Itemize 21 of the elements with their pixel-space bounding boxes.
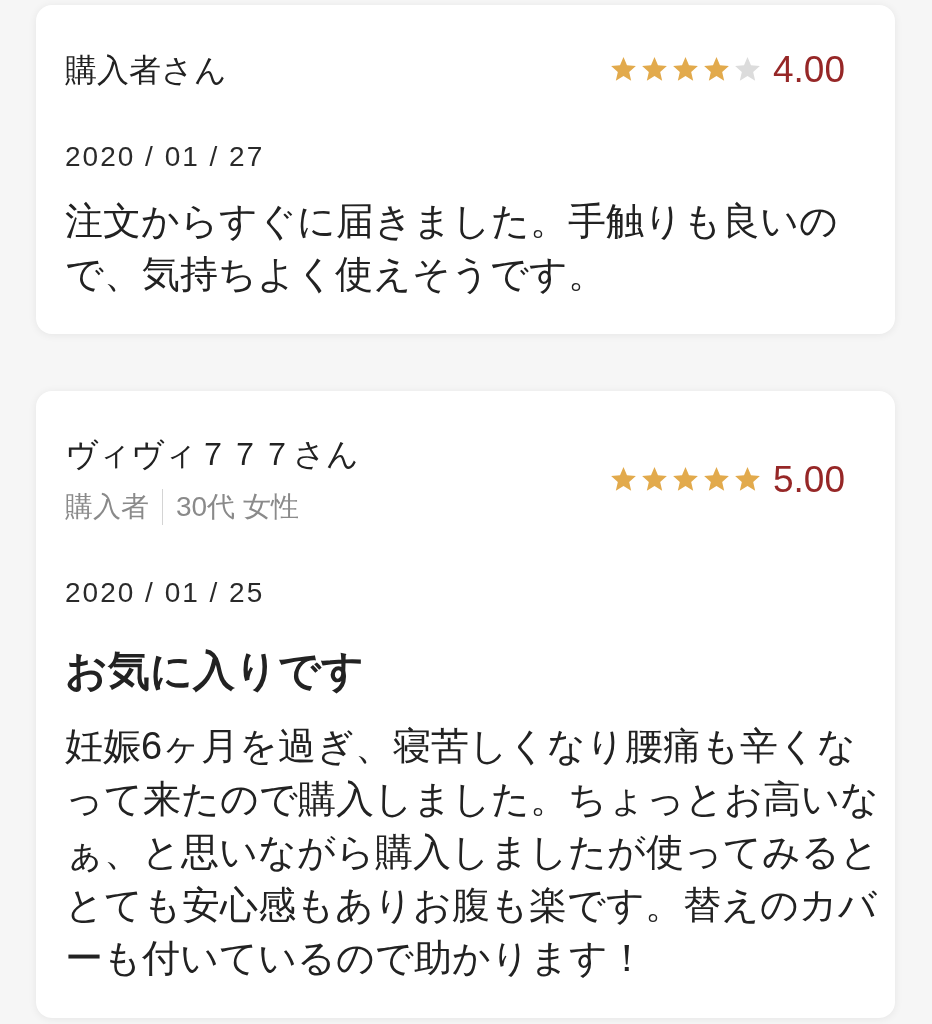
star-icon <box>610 466 637 493</box>
star-icon <box>641 57 668 83</box>
star-icon <box>672 466 699 493</box>
review-text: 妊娠6ヶ月を過ぎ、寝苦しくなり腰痛も辛くなって来たので購入しました。ちょっとお高いなぁ、と思いながら購入しましたが使ってみるととても安心感もありお腹も楽です。替えのカバーも付いているので助かります！ <box>65 724 880 981</box>
star-icon <box>703 57 730 83</box>
star-icon <box>734 466 761 493</box>
star-icon <box>610 57 637 83</box>
rating-score: 4.00 <box>773 48 845 92</box>
review-date: 2020 / 01 / 27 <box>65 140 266 174</box>
rating-score: 5.00 <box>773 457 845 502</box>
reviewer-name: 購入者さん <box>65 51 227 90</box>
review-title: お気に入りです <box>65 646 365 696</box>
reviewer-info: 購入者 <box>65 490 149 524</box>
star-icon <box>734 57 761 83</box>
reviewer-info: 30代 女性 <box>176 490 299 524</box>
star-icon <box>703 466 730 493</box>
star-icon <box>672 57 699 83</box>
review-text: 注文からすぐに届きました。手触りも良いので、気持ちよく使えそうです。 <box>65 199 839 297</box>
reviewer-name: ヴィヴィ７７７さん <box>65 435 359 474</box>
star-icon <box>641 466 668 493</box>
review-date: 2020 / 01 / 25 <box>65 576 266 610</box>
